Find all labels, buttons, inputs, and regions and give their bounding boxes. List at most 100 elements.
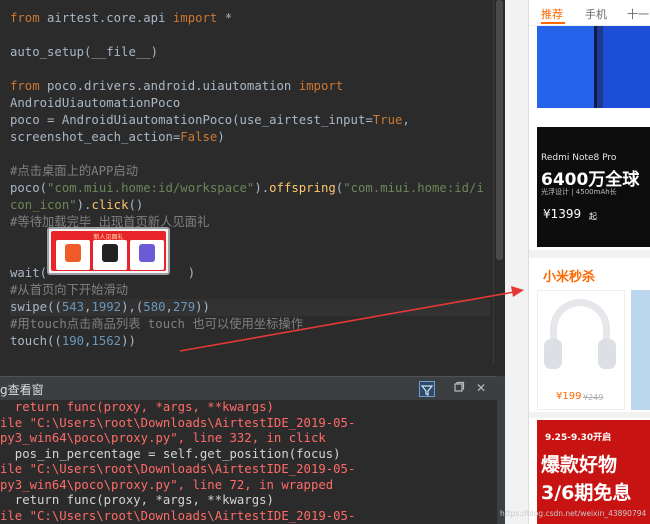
code-line[interactable]: #点击桌面上的APP启动	[10, 163, 490, 180]
headphone-ear-cup	[544, 339, 562, 369]
flash-old-price: ¥249	[583, 393, 604, 402]
thumbnail-product-image	[139, 244, 155, 262]
log-panel-header: g查看窗 ✕	[0, 376, 497, 400]
log-line: py3_win64\poco\proxy.py", line 72, in wr…	[0, 478, 355, 494]
code-line[interactable]: from poco.drivers.android.uiautomation i…	[10, 78, 490, 95]
log-text: ile "C:\Users\root\Downloads\AirtestIDE_…	[0, 462, 356, 476]
banner-price: ¥1399	[543, 207, 582, 221]
code-token: False	[180, 130, 218, 144]
watermark: https://blog.csdn.net/weixin_43890794	[500, 509, 647, 518]
code-token: 1562	[91, 334, 122, 348]
code-token: ).	[254, 181, 270, 195]
log-line: pos_in_percentage = self.get_position(fo…	[0, 447, 355, 463]
code-token: #从首页向下开始滑动	[10, 283, 129, 297]
flash-sale-item[interactable]: ¥199 ¥249	[537, 290, 625, 410]
log-output[interactable]: return func(proxy, *args, **kwargs) ile "…	[0, 400, 497, 524]
code-line[interactable]	[10, 146, 490, 163]
code-line[interactable]: poco = AndroidUiautomationPoco(use_airte…	[10, 112, 490, 129]
code-line[interactable]: swipe((543,1992),(580,279))	[10, 299, 490, 316]
editor-scroll-thumb[interactable]	[496, 0, 503, 260]
log-text: return func(proxy, *args, **kwargs)	[0, 493, 274, 507]
tab-eleven[interactable]: 十一	[627, 6, 649, 22]
flash-sale-title: 小米秒杀	[543, 270, 596, 285]
filter-button[interactable]	[419, 381, 435, 397]
log-lines: return func(proxy, *args, **kwargs) ile "…	[0, 400, 355, 524]
code-token: AndroidUiautomationPoco	[10, 96, 181, 110]
code-token: True	[372, 113, 403, 127]
log-line: return func(proxy, *args, **kwargs)	[0, 493, 355, 509]
code-token: *	[217, 11, 233, 25]
promo-date: 9.25-9.30开启	[545, 433, 612, 443]
code-line[interactable]: screenshot_each_action=False)	[10, 129, 490, 146]
tab-recommend[interactable]: 推荐	[541, 6, 563, 22]
redmi-note8-banner[interactable]: Redmi Note8 Pro 6400万全球 光浮设计 | 4500mAh长 …	[537, 127, 650, 247]
code-token: from	[10, 11, 40, 25]
editor-bottom-gap	[0, 364, 505, 376]
filter-icon	[420, 385, 434, 396]
log-line: ile "C:\Users\root\Downloads\AirtestIDE_…	[0, 509, 355, 524]
code-line[interactable]: #从首页向下开始滑动	[10, 282, 490, 299]
code-line[interactable]: #用touch点击商品列表 touch 也可以使用坐标操作	[10, 316, 490, 333]
banner-spec: 光浮设计 | 4500mAh长	[541, 188, 617, 196]
code-line[interactable]: poco("com.miui.home:id/workspace").offsp…	[10, 180, 490, 197]
log-text: ile "C:\Users\root\Downloads\AirtestIDE_…	[0, 415, 356, 430]
category-tab-bar: 推荐 手机 十一	[529, 0, 650, 26]
code-token: airtest.core.api	[39, 11, 173, 25]
code-token: from	[10, 79, 40, 93]
code-token: 580	[143, 300, 166, 314]
log-line: ile "C:\Users\root\Downloads\AirtestIDE_…	[0, 462, 355, 478]
code-token: 279	[172, 300, 196, 314]
image-template-thumbnail[interactable]: 新人见面礼	[47, 227, 170, 275]
code-token: poco(	[10, 181, 48, 195]
code-token: ()	[128, 198, 144, 212]
editor-scrollbar[interactable]	[493, 0, 505, 364]
flash-sale-item[interactable]	[631, 290, 650, 410]
code-line[interactable]: from airtest.core.api import *	[10, 10, 490, 27]
code-line[interactable]: touch((190,1562))	[10, 333, 490, 350]
code-token: auto_setup(__file__)	[10, 45, 159, 59]
phone-image	[603, 26, 650, 108]
code-token: 1992	[91, 300, 122, 314]
code-token: ,	[165, 300, 173, 314]
code-line[interactable]: auto_setup(__file__)	[10, 44, 490, 61]
flash-price: ¥199	[556, 391, 582, 402]
code-token: poco.drivers.android.uiautomation	[39, 79, 299, 93]
banner-price-suffix: 起	[589, 212, 597, 221]
code-token: )	[187, 266, 196, 280]
code-token: )	[217, 130, 225, 144]
thumbnail-card	[93, 240, 127, 270]
device-screen[interactable]: 推荐 手机 十一 Redmi Note8 Pro 6400万全球 光浮设计 | …	[528, 0, 650, 524]
code-token: ).	[76, 198, 92, 212]
code-token: ),(	[121, 300, 144, 314]
close-panel-button[interactable]: ✕	[474, 380, 488, 396]
code-token: "com.miui.home:id/workspace"	[47, 181, 255, 195]
restore-window-button[interactable]	[452, 381, 466, 397]
code-token: click	[91, 198, 129, 212]
code-token: import	[172, 11, 218, 25]
code-token: poco = AndroidUiautomationPoco(use_airte…	[10, 113, 373, 127]
log-text: py3_win64\poco\proxy.py", line 332, in c…	[0, 431, 326, 445]
log-panel-edge	[497, 376, 505, 524]
code-token: swipe((	[10, 300, 62, 314]
tab-phone[interactable]: 手机	[585, 6, 607, 22]
code-line[interactable]	[10, 61, 490, 78]
code-token: 190	[61, 334, 85, 348]
section-divider	[529, 250, 650, 258]
code-line[interactable]: AndroidUiautomationPoco	[10, 95, 490, 112]
code-line[interactable]	[10, 27, 490, 44]
code-line[interactable]: con_icon").click()	[10, 197, 490, 214]
phone-banner[interactable]	[537, 26, 650, 108]
code-token: "com.miui.home:id/i	[343, 181, 484, 195]
code-token: screenshot_each_action=	[10, 130, 181, 144]
code-lines[interactable]: from airtest.core.api import * auto_setup…	[10, 10, 490, 350]
log-text: return func(proxy, *args, **kwargs)	[0, 400, 274, 414]
thumbnail-product-image	[65, 244, 81, 262]
headphone-ear-cup	[598, 339, 616, 369]
code-token: wait(	[10, 266, 48, 280]
log-line: ile "C:\Users\root\Downloads\AirtestIDE_…	[0, 416, 355, 432]
panel-divider	[505, 0, 528, 524]
code-token: ))	[195, 300, 210, 314]
thumbnail-card	[56, 240, 90, 270]
log-line: return func(proxy, *args, **kwargs)	[0, 400, 355, 416]
code-editor[interactable]: from airtest.core.api import * auto_setup…	[0, 0, 493, 364]
